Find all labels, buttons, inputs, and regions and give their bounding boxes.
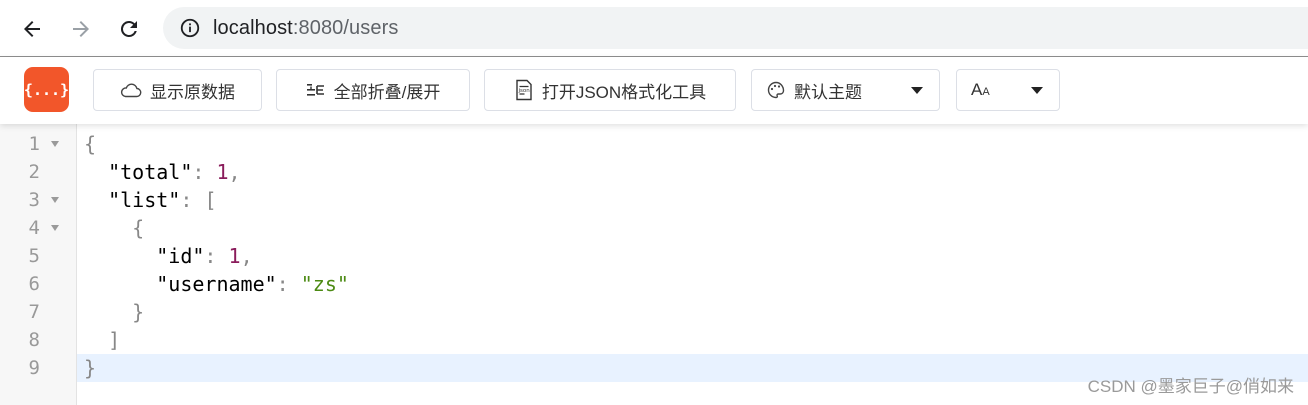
code-line: 7 } — [0, 298, 1308, 326]
line-number: 8 — [28, 329, 40, 351]
json-editor[interactable]: 1 { 2 "total": 1, 3 "list": [ 4 { 5 "id"… — [0, 124, 1308, 405]
font-size-small-a: A — [982, 86, 990, 98]
fold-expand-all-button[interactable]: 全部折叠/展开 — [276, 69, 470, 111]
back-button[interactable] — [15, 12, 49, 46]
show-raw-data-button[interactable]: 显示原数据 — [93, 69, 262, 111]
chevron-down-icon — [1031, 87, 1043, 94]
json-key: "id" — [156, 244, 205, 268]
code-text: "id": 1, — [77, 242, 1308, 270]
json-key: "total" — [108, 160, 193, 184]
font-size-icon: AA — [971, 80, 990, 100]
brace-close: } — [84, 356, 97, 380]
theme-select-value: 默认主题 — [794, 82, 862, 102]
brace-open: { — [84, 132, 97, 156]
line-number: 5 — [28, 245, 40, 267]
open-json-formatter-button[interactable]: json 打开JSON格式化工具 — [484, 69, 736, 111]
colon: : — [180, 188, 205, 212]
bracket-open: [ — [204, 188, 217, 212]
bracket-close: ] — [108, 328, 121, 352]
code-text: ] — [77, 326, 1308, 354]
colon: : — [192, 160, 217, 184]
show-raw-data-label: 显示原数据 — [150, 82, 235, 102]
code-line: 2 "total": 1, — [0, 158, 1308, 186]
json-file-icon: json — [516, 79, 532, 101]
fold-expand-all-label: 全部折叠/展开 — [333, 82, 441, 102]
url-text: localhost:8080/users — [213, 17, 398, 40]
fold-toggle-icon[interactable] — [51, 197, 59, 203]
json-key: "username" — [156, 272, 277, 296]
reload-icon — [120, 20, 137, 37]
line-number: 7 — [28, 301, 40, 323]
fold-toggle-icon[interactable] — [51, 225, 59, 231]
open-json-formatter-label: 打开JSON格式化工具 — [541, 82, 707, 102]
watermark: CSDN @墨家巨子@俏如来 — [1087, 377, 1294, 396]
brace-close: } — [132, 300, 145, 324]
json-key: "list" — [108, 188, 181, 212]
theme-select[interactable]: 默认主题 — [751, 69, 940, 111]
font-size-large-a: A — [971, 80, 983, 99]
comma: , — [228, 160, 241, 184]
address-bar[interactable]: localhost:8080/users — [163, 7, 1308, 49]
code-text: } — [77, 298, 1308, 326]
line-number: 4 — [28, 217, 40, 239]
fold-icon — [306, 84, 324, 96]
code-line: 6 "username": "zs" — [0, 270, 1308, 298]
reload-button[interactable] — [112, 12, 146, 46]
brace-open: { — [132, 216, 145, 240]
code-line: 4 { — [0, 214, 1308, 242]
colon: : — [204, 244, 229, 268]
code-text: { — [77, 214, 1308, 242]
forward-button[interactable] — [64, 12, 98, 46]
code-text: "username": "zs" — [77, 270, 1308, 298]
line-number: 6 — [28, 273, 40, 295]
code-text: "total": 1, — [77, 158, 1308, 186]
cloud-icon — [120, 83, 142, 98]
json-viewer-toolbar: {...} 显示原数据 全部折叠/展开 json 打开JSON格式化工具 默认主… — [0, 57, 1308, 124]
svg-text:json: json — [517, 88, 530, 94]
code-line: 3 "list": [ — [0, 186, 1308, 214]
json-number: 1 — [228, 244, 241, 268]
fold-toggle-icon[interactable] — [51, 141, 59, 147]
arrow-left-icon — [24, 21, 40, 37]
url-path: :8080/users — [292, 16, 399, 39]
code-line: 8 ] — [0, 326, 1308, 354]
code-line: 1 { — [0, 130, 1308, 158]
font-size-select[interactable]: AA — [956, 69, 1060, 111]
code-text: "list": [ — [77, 186, 1308, 214]
line-number: 3 — [28, 189, 40, 211]
extension-logo[interactable]: {...} — [24, 67, 69, 112]
line-number: 1 — [28, 133, 40, 155]
info-circle-icon[interactable] — [179, 17, 201, 39]
colon: : — [276, 272, 301, 296]
code-line: 5 "id": 1, — [0, 242, 1308, 270]
arrow-right-icon — [73, 21, 89, 37]
palette-icon — [767, 81, 785, 99]
comma: , — [240, 244, 253, 268]
code-text: { — [77, 130, 1308, 158]
url-host: localhost — [213, 16, 293, 39]
line-number: 2 — [28, 161, 40, 183]
chevron-down-icon — [911, 87, 923, 94]
line-number: 9 — [28, 357, 40, 379]
json-number: 1 — [216, 160, 229, 184]
json-string: "zs" — [300, 272, 349, 296]
browser-bar: localhost:8080/users — [0, 0, 1308, 57]
